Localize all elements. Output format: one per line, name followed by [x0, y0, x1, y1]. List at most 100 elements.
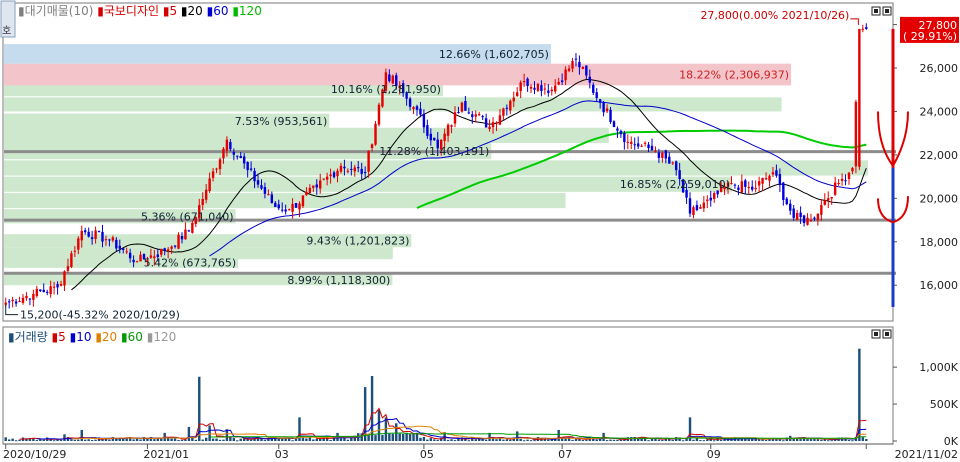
volume-bar [301, 437, 305, 441]
candle-body [792, 208, 795, 218]
candle-body [626, 141, 630, 143]
candle-body [837, 182, 840, 184]
candle-body [457, 112, 460, 114]
candle-body [94, 230, 97, 239]
profile-band [4, 127, 609, 143]
candle-body [467, 112, 471, 114]
candle-body [21, 297, 25, 303]
x-tick-label: 03 [275, 448, 289, 461]
legend-swatch: ▮ [8, 330, 15, 344]
legend-swatch: ▮ [92, 330, 102, 344]
volume-bar [699, 440, 702, 442]
volume-bar [712, 440, 716, 442]
candle-body [267, 194, 270, 196]
candle-body [256, 180, 260, 185]
volume-bar [747, 439, 750, 441]
volume-bar [429, 438, 433, 441]
profile-band [4, 160, 868, 176]
candle-body [827, 198, 830, 201]
candle-body [277, 204, 280, 209]
volume-bar [764, 440, 768, 442]
candle-body [249, 168, 253, 170]
volume-tick-label: 1,000K [919, 361, 958, 374]
volume-bar [229, 437, 232, 441]
profile-band [4, 97, 782, 112]
volume-bar [211, 438, 215, 441]
volume-bar [754, 439, 757, 441]
candle-body [602, 102, 605, 113]
x-tick-label: 05 [420, 448, 434, 461]
candle-body [115, 239, 118, 249]
volume-bar [816, 439, 820, 441]
legend-swatch: ▮ [93, 4, 103, 18]
volume-bar [346, 439, 350, 441]
candle-body [263, 187, 267, 194]
volume-bar [778, 439, 782, 441]
candle-body [554, 85, 557, 92]
profile-label: 18.22% (2,306,937) [679, 69, 789, 82]
candle-body [101, 231, 104, 242]
x-tick-label: 2020/10/29 [3, 448, 66, 461]
candle-body [280, 209, 284, 211]
candle-body [59, 283, 63, 286]
volume-bar [827, 440, 830, 442]
price-tick-label: 22,000 [920, 149, 959, 162]
candle-body [771, 172, 775, 175]
candle-body [581, 67, 585, 70]
volume-bar [377, 409, 381, 441]
candle-body [547, 90, 550, 93]
candle-body [187, 230, 191, 232]
candle-body [319, 180, 322, 189]
candle-body [702, 202, 706, 209]
candle-body [616, 128, 619, 131]
candle-body [692, 207, 695, 216]
candle-body [747, 186, 750, 188]
candle-body [11, 299, 14, 302]
candle-body [782, 182, 785, 200]
candle-body [28, 298, 32, 300]
candle-body [177, 234, 180, 249]
legend-label: 대기매물(10) [25, 4, 94, 18]
legend-swatch: ▮ [159, 4, 169, 18]
legend-swatch: ▮ [177, 4, 187, 18]
candle-body [533, 87, 536, 90]
candle-body [39, 289, 42, 292]
volume-bar [291, 440, 294, 442]
candle-body [730, 183, 733, 185]
side-button-label: 호 [2, 25, 11, 37]
candle-body [844, 180, 847, 182]
candle-body [246, 161, 249, 171]
profile-label: 7.53% (953,561) [235, 115, 328, 128]
legend-label: 60 [128, 330, 143, 344]
volume-legend-text: ▮거래량 ▮5 ▮10 ▮20 ▮60 ▮120 [8, 330, 176, 344]
candle-body [543, 88, 547, 90]
candle-body [633, 144, 636, 146]
x-tick-label: 07 [558, 448, 572, 461]
volume-bar [80, 429, 83, 441]
candle-body [706, 199, 709, 201]
candle-body [509, 100, 512, 111]
volume-bar [350, 437, 353, 441]
candle-body [674, 161, 678, 171]
candle-body [90, 237, 94, 240]
price-tick-label: 18,000 [920, 236, 959, 249]
candle-body [764, 178, 768, 180]
volume-bar [401, 433, 405, 441]
profile-label: 5.36% (671,040) [141, 210, 234, 223]
volume-bar [14, 440, 18, 442]
volume-bar [7, 439, 11, 441]
candle-body [757, 181, 761, 186]
candle-body [557, 81, 560, 85]
candle-body [367, 150, 370, 172]
volume-bar [799, 439, 802, 441]
candle-body [135, 261, 139, 263]
volume-tick-label: 500K [930, 398, 959, 411]
candle-body [502, 108, 505, 116]
profile-label: 11.28% (1,403,191) [379, 145, 489, 158]
legend-label: 5 [169, 4, 177, 18]
candle-body [816, 213, 820, 221]
volume-bar [564, 438, 567, 441]
candle-body [768, 175, 771, 181]
candle-body [588, 76, 592, 83]
volume-bar [861, 437, 865, 441]
